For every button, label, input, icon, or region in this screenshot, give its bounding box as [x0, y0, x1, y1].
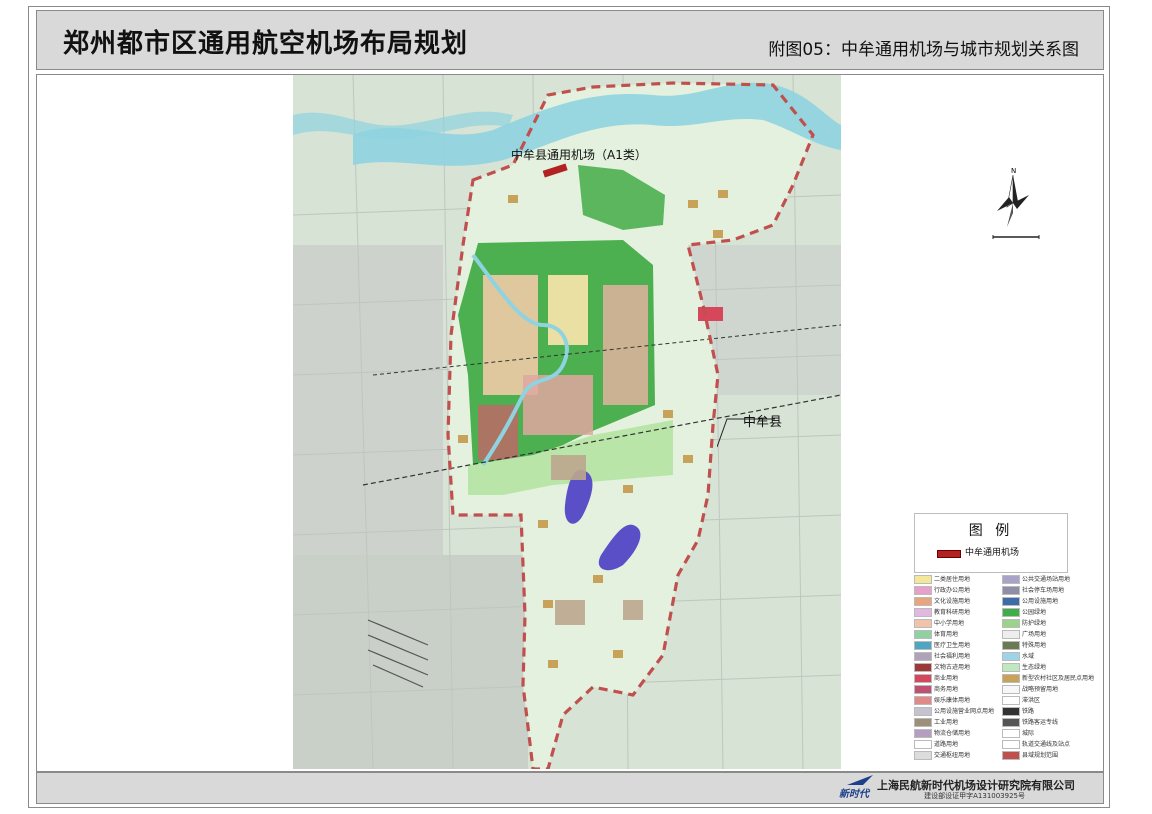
legend-swatch [914, 641, 932, 650]
legend-swatch [914, 630, 932, 639]
east-station-block [698, 307, 723, 321]
legend-title: 图 例 [968, 523, 1014, 539]
core-parcels-b [548, 275, 588, 345]
legend-item: 县域规划范围 [1002, 749, 1097, 761]
legend-item-label: 社会福利用地 [934, 653, 971, 660]
legend-swatch [1002, 586, 1020, 595]
legend-item-label: 教育科研用地 [934, 609, 971, 616]
legend-item-label: 公园绿地 [1022, 609, 1047, 616]
legend-swatch [1002, 597, 1020, 606]
legend-item-label: 中小学用地 [934, 620, 965, 627]
page-title: 郑州都市区通用航空机场布局规划 [63, 29, 469, 59]
legend-item-label: 水域 [1022, 653, 1035, 660]
legend-swatch [1002, 663, 1020, 672]
legend-swatch [914, 696, 932, 705]
legend-swatch [914, 729, 932, 738]
legend-swatch [914, 575, 932, 584]
legend-item-label: 商业用地 [934, 675, 959, 682]
legend-item-label: 特殊用地 [1022, 642, 1047, 649]
legend-swatch [914, 586, 932, 595]
svg-text:N: N [1011, 167, 1016, 175]
legend-swatch [914, 674, 932, 683]
legend-item-label: 体育用地 [934, 631, 959, 638]
urban-west [293, 245, 443, 575]
town-block-1 [551, 455, 586, 480]
legend-item-label: 公用设施营业网点用地 [934, 708, 995, 715]
legend-swatch [1002, 740, 1020, 749]
legend-item-label: 公用设施用地 [1022, 598, 1059, 605]
legend-swatch [914, 652, 932, 661]
airport-legend-label: 中牟通用机场 [965, 548, 1020, 558]
legend-item-label: 二类居住用地 [934, 576, 971, 583]
legend-item-label: 轨道交通线及站点 [1022, 741, 1071, 748]
town-block-2 [555, 600, 585, 625]
legend-item-label: 物流仓储用地 [934, 730, 971, 737]
legend-item-label: 广场用地 [1022, 631, 1047, 638]
legend-swatch [914, 740, 932, 749]
legend-item-label: 公共交通场站用地 [1022, 576, 1071, 583]
legend-swatch [1002, 641, 1020, 650]
legend-swatch [914, 619, 932, 628]
legend-swatch [1002, 652, 1020, 661]
legend-item-label: 商务用地 [934, 686, 959, 693]
legend-item-label: 滞洪区 [1022, 697, 1041, 704]
legend-item-label: 新型农村社区及居民点用地 [1022, 675, 1095, 682]
legend-item-label: 社会停车场用地 [1022, 587, 1065, 594]
airport-legend-swatch [937, 550, 961, 558]
legend-item-label: 铁路客运专线 [1022, 719, 1059, 726]
legend-swatch [1002, 696, 1020, 705]
legend-item-label: 铁路 [1022, 708, 1035, 715]
legend-swatch [914, 707, 932, 716]
legend-swatch [1002, 751, 1020, 760]
legend-item-label: 医疗卫生用地 [934, 642, 971, 649]
header-bar: 郑州都市区通用航空机场布局规划 附图05：中牟通用机场与城市规划关系图 [36, 10, 1104, 70]
legend-swatch [1002, 674, 1020, 683]
legend-swatch [1002, 729, 1020, 738]
legend-item-label: 战略预留用地 [1022, 686, 1059, 693]
legend-swatch [914, 597, 932, 606]
legend-item-label: 城际 [1022, 730, 1035, 737]
page-subtitle: 附图05：中牟通用机场与城市规划关系图 [768, 40, 1079, 60]
legend-item-label: 文物古迹用地 [934, 664, 971, 671]
legend-swatch [1002, 707, 1020, 716]
footer-bar: 新时代 上海民航新时代机场设计研究院有限公司 建设部设证甲字A131003925… [36, 772, 1104, 804]
legend-swatch [1002, 685, 1020, 694]
legend-items: 二类居住用地 公共交通场站用地行政办公用地 社会停车场用地文化设施用地 公用设施用地教… [914, 573, 1104, 763]
legend-swatch [914, 751, 932, 760]
north-arrow-icon: N [992, 167, 1040, 239]
legend-swatch [914, 685, 932, 694]
certificate-number: 建设部设证甲字A131003925号 [924, 792, 1025, 800]
legend-item-label: 行政办公用地 [934, 587, 971, 594]
legend-swatch [914, 718, 932, 727]
urban-southwest [293, 555, 528, 769]
town-block-3 [623, 600, 643, 620]
legend-swatch [1002, 608, 1020, 617]
airport-label: 中牟县通用机场（A1类） [511, 148, 647, 162]
legend-item-label: 娱乐康体用地 [934, 697, 971, 704]
brand-name: 新时代 [839, 789, 869, 800]
legend-item: 交通枢纽用地 [914, 749, 1009, 761]
legend-swatch [1002, 575, 1020, 584]
county-label: 中牟县 [743, 415, 783, 430]
legend-swatch [1002, 630, 1020, 639]
map-panel: 中牟县通用机场（A1类） 中牟县 N 图 例 中牟通用机场 二类居住用地 公共交通… [36, 74, 1104, 772]
legend-item-label: 文化设施用地 [934, 598, 971, 605]
legend-item-label: 交通枢纽用地 [934, 752, 971, 759]
legend-item-label: 县域规划范围 [1022, 752, 1059, 759]
legend-box: 图 例 中牟通用机场 [914, 513, 1068, 573]
legend-swatch [914, 608, 932, 617]
legend-item-label: 生态绿地 [1022, 664, 1047, 671]
legend-item-label: 工业用地 [934, 719, 959, 726]
legend-swatch [914, 663, 932, 672]
core-parcels-c [603, 285, 648, 405]
legend-item-label: 道路用地 [934, 741, 959, 748]
legend-swatch [1002, 619, 1020, 628]
legend-swatch [1002, 718, 1020, 727]
legend-item-label: 防护绿地 [1022, 620, 1047, 627]
